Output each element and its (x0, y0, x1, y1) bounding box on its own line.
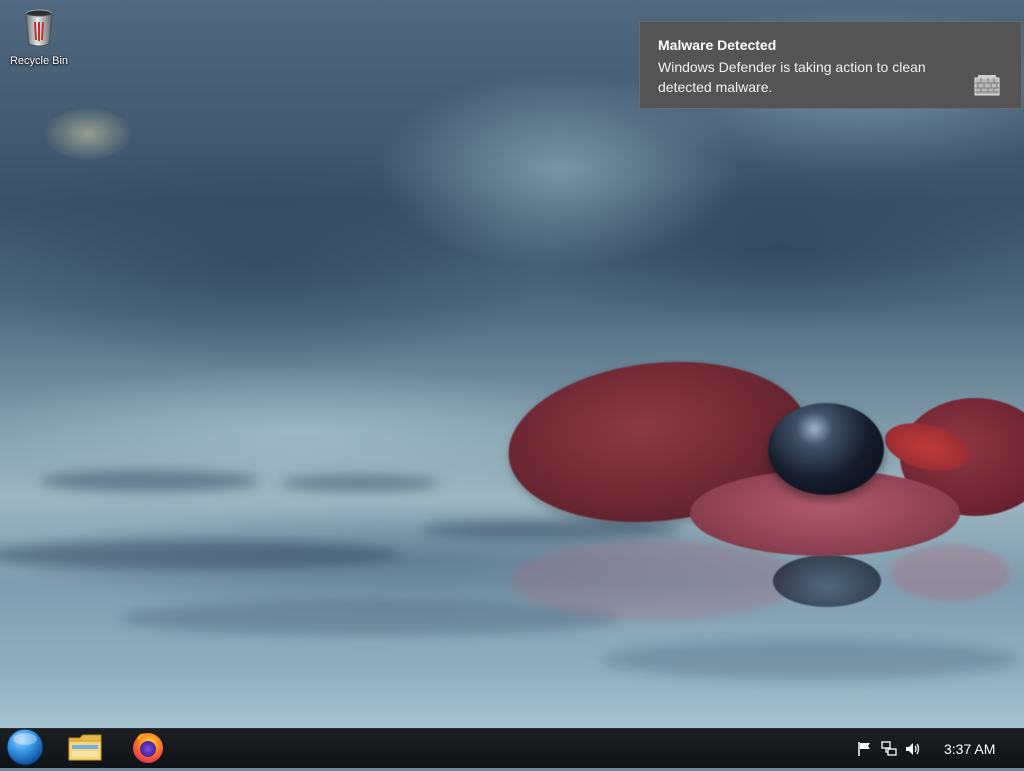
wallpaper-petal-reflection (512, 540, 802, 620)
start-button[interactable] (0, 728, 50, 771)
wallpaper-bokeh (45, 108, 131, 160)
defender-shield-icon (974, 75, 1000, 97)
wallpaper-ripple (280, 475, 440, 491)
desktop-icon-label: Recycle Bin (9, 55, 69, 67)
desktop-icon-recycle-bin[interactable]: Recycle Bin (6, 8, 72, 76)
start-orb-icon (6, 728, 44, 771)
wallpaper-petal-reflection (890, 545, 1010, 601)
taskbar-firefox-button[interactable] (120, 729, 176, 769)
notification-title: Malware Detected (658, 37, 777, 53)
wallpaper-drop-reflection (773, 555, 881, 607)
network-icon[interactable] (881, 741, 897, 757)
folder-icon (68, 732, 102, 767)
wallpaper-ripple (420, 520, 680, 540)
firefox-icon (131, 730, 165, 769)
taskbar: 3:37 AM (0, 728, 1024, 768)
wallpaper-ripple (0, 540, 400, 570)
wallpaper-ripple (40, 470, 260, 492)
recycle-bin-icon (22, 8, 56, 48)
desktop-wallpaper (0, 0, 1024, 728)
malware-notification[interactable]: Malware Detected Windows Defender is tak… (639, 21, 1022, 109)
taskbar-explorer-button[interactable] (57, 729, 113, 769)
action-center-flag-icon[interactable] (857, 741, 873, 757)
wallpaper-ripple (600, 640, 1020, 680)
wallpaper-water-drop (768, 403, 884, 495)
notification-body: Windows Defender is taking action to cle… (658, 59, 926, 95)
volume-icon[interactable] (905, 741, 921, 757)
taskbar-clock[interactable]: 3:37 AM (944, 741, 995, 757)
